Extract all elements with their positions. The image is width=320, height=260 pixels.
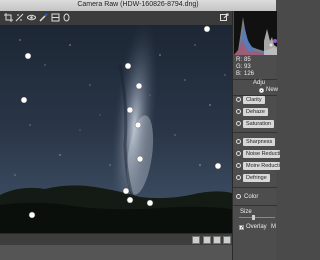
toolbar bbox=[0, 11, 232, 26]
overlay-checkbox[interactable]: ✓ bbox=[239, 225, 244, 231]
clarity-toggle-icon[interactable] bbox=[236, 97, 241, 102]
rgb-readout: R: 85 G: 93 B: 126 bbox=[236, 57, 255, 78]
swap-settings-icon[interactable] bbox=[213, 236, 221, 244]
b-value: 126 bbox=[244, 71, 255, 77]
overlay-label: Overlay bbox=[246, 224, 267, 230]
saturation-row[interactable]: Saturation bbox=[234, 120, 277, 129]
milky-way-photo bbox=[0, 25, 232, 233]
saturation-label: Saturation bbox=[243, 120, 275, 128]
window-title: Camera Raw (HDW-160826-8794.dng) bbox=[77, 1, 199, 8]
preview-settings-icon[interactable] bbox=[223, 236, 231, 244]
saturation-toggle-icon[interactable] bbox=[236, 121, 241, 126]
b-label: B: bbox=[236, 71, 242, 77]
size-slider-knob[interactable] bbox=[252, 215, 255, 220]
footer-bar bbox=[0, 245, 232, 260]
graduated-filter-icon[interactable] bbox=[51, 13, 60, 22]
sharpness-row[interactable]: Sharpness bbox=[234, 138, 277, 147]
clarity-label: Clarity bbox=[243, 96, 265, 104]
radial-filter-icon[interactable] bbox=[62, 13, 71, 22]
dehaze-toggle-icon[interactable] bbox=[236, 109, 241, 114]
panel-heading: Adju bbox=[253, 80, 266, 86]
defringe-toggle-icon[interactable] bbox=[236, 175, 241, 180]
sharpness-label: Sharpness bbox=[243, 138, 276, 146]
color-row[interactable]: Color bbox=[234, 193, 277, 202]
defringe-label: Defringe bbox=[243, 174, 270, 182]
before-after-icon[interactable] bbox=[203, 236, 211, 244]
open-preferences-icon[interactable] bbox=[220, 13, 229, 22]
moire-reduction-toggle-icon[interactable] bbox=[236, 163, 241, 168]
histogram bbox=[234, 11, 277, 55]
size-slider[interactable] bbox=[239, 215, 275, 220]
noise-reduction-toggle-icon[interactable] bbox=[236, 151, 241, 156]
mode-label-new: New bbox=[266, 87, 279, 93]
noise-reduction-row[interactable]: Noise Reduction bbox=[234, 150, 280, 159]
moire-reduction-row[interactable]: Moire Reduction bbox=[234, 162, 280, 171]
moire-reduction-label: Moire Reduction bbox=[243, 162, 280, 170]
mask-label: M bbox=[271, 224, 276, 230]
size-label: Size bbox=[240, 209, 252, 215]
dehaze-label: Dehaze bbox=[243, 108, 268, 116]
noise-reduction-label: Noise Reduction bbox=[243, 150, 280, 158]
r-value: 85 bbox=[244, 57, 251, 63]
adjustment-brush-icon[interactable] bbox=[39, 13, 48, 22]
straighten-icon[interactable] bbox=[15, 13, 24, 22]
view-toggle-icon[interactable] bbox=[192, 236, 200, 244]
color-label: Color bbox=[244, 194, 259, 200]
sharpness-toggle-icon[interactable] bbox=[236, 139, 241, 144]
color-toggle-icon[interactable] bbox=[236, 194, 241, 199]
g-value: 93 bbox=[244, 64, 251, 70]
dehaze-row[interactable]: Dehaze bbox=[234, 108, 277, 117]
red-eye-icon[interactable] bbox=[27, 13, 36, 22]
mode-radio-new[interactable] bbox=[259, 88, 264, 93]
defringe-row[interactable]: Defringe bbox=[234, 174, 277, 183]
divider bbox=[233, 205, 277, 206]
crop-icon[interactable] bbox=[4, 13, 13, 22]
divider bbox=[233, 187, 277, 188]
divider bbox=[233, 132, 277, 133]
g-label: G: bbox=[236, 64, 243, 70]
image-preview[interactable] bbox=[0, 25, 232, 233]
clarity-row[interactable]: Clarity bbox=[234, 96, 277, 105]
r-label: R: bbox=[236, 57, 242, 63]
adjustment-panel: R: 85 G: 93 B: 126 Adju New Clarity Dehaze … bbox=[232, 11, 280, 260]
